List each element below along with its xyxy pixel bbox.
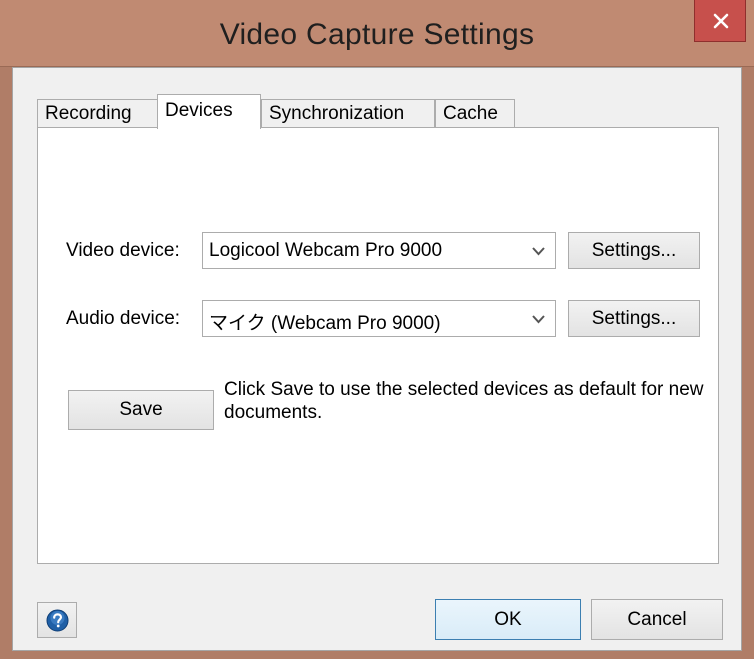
save-button[interactable]: Save bbox=[68, 390, 214, 430]
tab-label: Cache bbox=[443, 103, 498, 124]
video-device-select[interactable]: Logicool Webcam Pro 9000 bbox=[202, 232, 556, 269]
video-settings-button[interactable]: Settings... bbox=[568, 232, 700, 269]
help-icon bbox=[46, 609, 69, 632]
cancel-button[interactable]: Cancel bbox=[591, 599, 723, 640]
tab-devices[interactable]: Devices bbox=[157, 94, 261, 129]
dialog-window: Video Capture Settings Recording Devices… bbox=[0, 0, 754, 659]
chevron-down-icon bbox=[532, 247, 545, 256]
video-device-label: Video device: bbox=[66, 240, 180, 261]
dialog-body: Recording Devices Synchronization Cache … bbox=[12, 67, 742, 651]
title-bar[interactable]: Video Capture Settings bbox=[0, 0, 754, 67]
chevron-down-icon bbox=[532, 315, 545, 324]
tab-label: Synchronization bbox=[269, 103, 405, 124]
audio-settings-button[interactable]: Settings... bbox=[568, 300, 700, 337]
close-icon bbox=[713, 13, 729, 29]
audio-device-select[interactable]: マイク (Webcam Pro 9000) bbox=[202, 300, 556, 337]
tab-label: Devices bbox=[165, 100, 233, 121]
tab-synchronization[interactable]: Synchronization bbox=[261, 99, 435, 128]
ok-button[interactable]: OK bbox=[435, 599, 581, 640]
window-title: Video Capture Settings bbox=[219, 18, 535, 51]
close-button[interactable] bbox=[694, 0, 746, 42]
save-hint-text: Click Save to use the selected devices a… bbox=[224, 379, 704, 423]
audio-device-value: マイク (Webcam Pro 9000) bbox=[209, 313, 441, 334]
devices-panel: Video device: Logicool Webcam Pro 9000 S… bbox=[37, 127, 719, 564]
tab-recording[interactable]: Recording bbox=[37, 99, 159, 128]
tab-label: Recording bbox=[45, 103, 132, 124]
help-button[interactable] bbox=[37, 602, 77, 638]
tab-cache[interactable]: Cache bbox=[435, 99, 515, 128]
audio-device-label: Audio device: bbox=[66, 308, 181, 329]
video-device-value: Logicool Webcam Pro 9000 bbox=[209, 240, 443, 261]
